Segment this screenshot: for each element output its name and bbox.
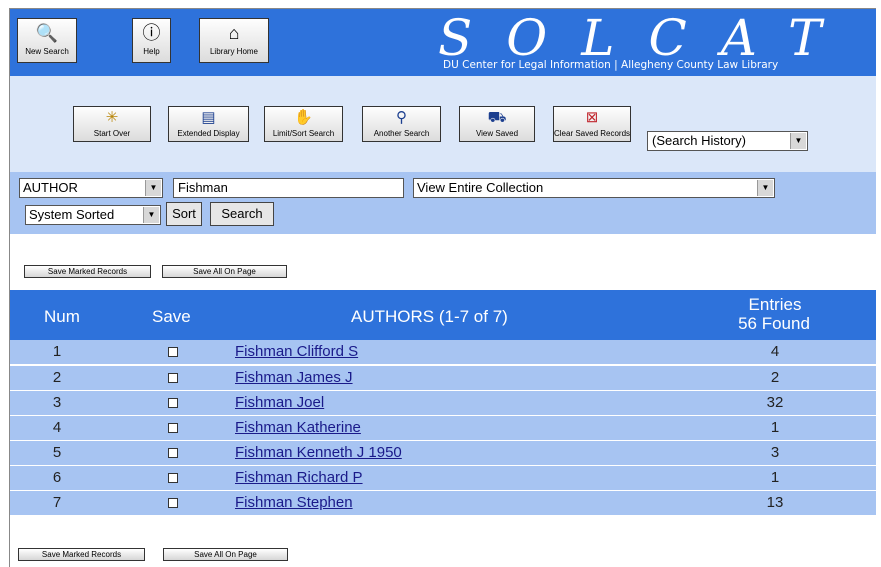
save-all-on-page-button[interactable]: Save All On Page bbox=[162, 265, 287, 278]
table-row: 4 Fishman Katherine 1 bbox=[10, 415, 876, 440]
library-home-button[interactable]: ⌂ Library Home bbox=[199, 18, 269, 63]
author-link[interactable]: Fishman Clifford S bbox=[235, 340, 358, 364]
table-row: 3 Fishman Joel 32 bbox=[10, 390, 876, 415]
save-checkbox[interactable] bbox=[168, 373, 178, 383]
table-row: 1 Fishman Clifford S 4 bbox=[10, 340, 876, 364]
column-num: Num bbox=[44, 307, 80, 326]
author-link[interactable]: Fishman James J bbox=[235, 366, 353, 390]
collection-select[interactable]: View Entire Collection ▼ bbox=[413, 178, 775, 198]
table-row: 6 Fishman Richard P 1 bbox=[10, 465, 876, 490]
solcat-logo[interactable]: SOLCAT bbox=[438, 12, 876, 64]
column-authors: AUTHORS (1-7 of 7) bbox=[351, 307, 508, 326]
entries-found-count: 56 Found bbox=[738, 314, 810, 333]
search-input[interactable]: Fishman bbox=[173, 178, 404, 198]
save-all-on-page-button-bottom[interactable]: Save All On Page bbox=[163, 548, 288, 561]
help-button[interactable]: ⓘ Help bbox=[132, 18, 171, 63]
help-icon: ⓘ bbox=[142, 23, 161, 43]
extended-display-button[interactable]: ▤ Extended Display bbox=[168, 106, 249, 142]
view-saved-button[interactable]: ⛟ View Saved bbox=[459, 106, 535, 142]
save-checkbox[interactable] bbox=[168, 423, 178, 433]
chevron-down-icon: ▼ bbox=[790, 133, 806, 149]
toolbar: ✳ Start Over ▤ Extended Display ✋ Limit/… bbox=[10, 76, 876, 172]
author-link[interactable]: Fishman Katherine bbox=[235, 416, 361, 440]
column-entries: Entries bbox=[748, 295, 802, 314]
header-bar: 🔍 New Search ⓘ Help ⌂ Library Home SOLCA… bbox=[10, 9, 876, 76]
table-row: 2 Fishman James J 2 bbox=[10, 365, 876, 390]
save-checkbox[interactable] bbox=[168, 473, 178, 483]
start-over-button[interactable]: ✳ Start Over bbox=[73, 106, 151, 142]
results-table-header: Num Save AUTHORS (1-7 of 7) Entries 56 F… bbox=[10, 290, 876, 340]
author-link[interactable]: Fishman Stephen bbox=[235, 491, 353, 515]
author-link[interactable]: Fishman Richard P bbox=[235, 466, 363, 490]
clear-saved-records-button[interactable]: ⊠ Clear Saved Records bbox=[553, 106, 631, 142]
another-search-icon: ⚲ bbox=[396, 109, 407, 126]
save-checkbox[interactable] bbox=[168, 498, 178, 508]
sort-order-select[interactable]: System Sorted ▼ bbox=[25, 205, 161, 225]
library-subtitle: DU Center for Legal Information | Allegh… bbox=[443, 59, 779, 71]
sort-button[interactable]: Sort bbox=[166, 202, 202, 226]
home-icon: ⌂ bbox=[228, 23, 240, 43]
search-bar: AUTHOR ▼ Fishman View Entire Collection … bbox=[10, 172, 876, 234]
search-field-select[interactable]: AUTHOR ▼ bbox=[19, 178, 163, 198]
chevron-down-icon: ▼ bbox=[143, 207, 159, 223]
author-link[interactable]: Fishman Kenneth J 1950 bbox=[235, 441, 402, 465]
another-search-button[interactable]: ⚲ Another Search bbox=[362, 106, 441, 142]
column-save: Save bbox=[152, 307, 191, 326]
table-row: 7 Fishman Stephen 13 bbox=[10, 490, 876, 515]
limit-sort-search-button[interactable]: ✋ Limit/Sort Search bbox=[264, 106, 343, 142]
search-button[interactable]: Search bbox=[210, 202, 274, 226]
search-history-select[interactable]: (Search History) ▼ bbox=[647, 131, 808, 151]
save-checkbox[interactable] bbox=[168, 448, 178, 458]
save-checkbox[interactable] bbox=[168, 347, 178, 357]
save-marked-records-button-bottom[interactable]: Save Marked Records bbox=[18, 548, 145, 561]
save-checkbox[interactable] bbox=[168, 398, 178, 408]
start-over-icon: ✳ bbox=[105, 109, 119, 126]
cart-icon: ⛟ bbox=[487, 109, 507, 126]
author-link[interactable]: Fishman Joel bbox=[235, 391, 324, 415]
chevron-down-icon: ▼ bbox=[757, 180, 773, 196]
chevron-down-icon: ▼ bbox=[145, 180, 161, 196]
save-marked-records-button[interactable]: Save Marked Records bbox=[24, 265, 151, 278]
table-row: 5 Fishman Kenneth J 1950 3 bbox=[10, 440, 876, 465]
page-frame: 🔍 New Search ⓘ Help ⌂ Library Home SOLCA… bbox=[9, 8, 876, 567]
clear-records-icon: ⊠ bbox=[585, 109, 599, 126]
extended-display-icon: ▤ bbox=[201, 109, 216, 126]
limit-sort-icon: ✋ bbox=[294, 109, 313, 126]
new-search-icon: 🔍 bbox=[35, 23, 59, 43]
new-search-button[interactable]: 🔍 New Search bbox=[17, 18, 77, 63]
